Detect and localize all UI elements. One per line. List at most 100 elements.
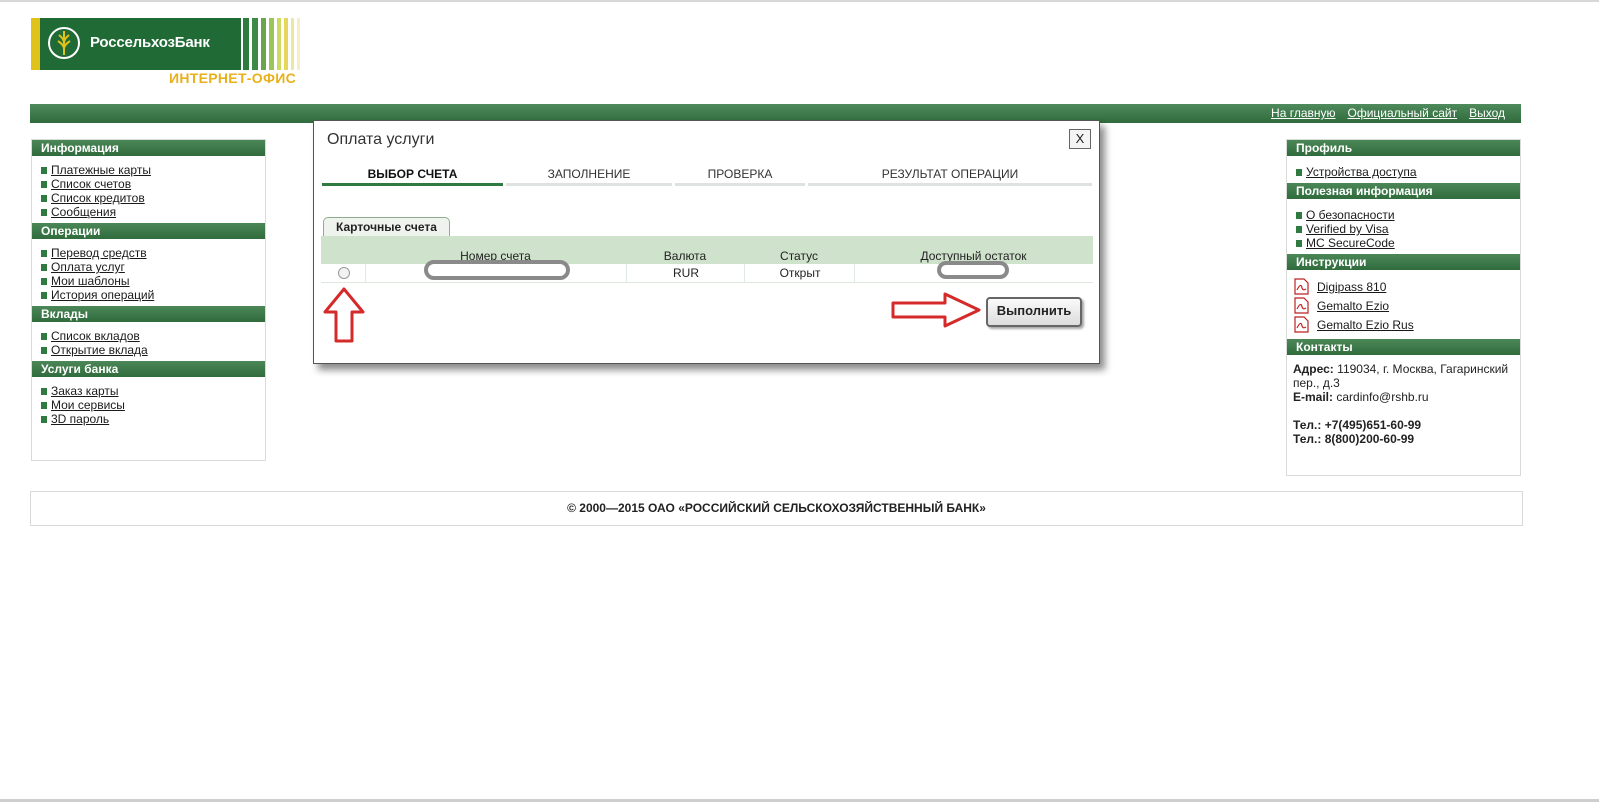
instruction-item: Gemalto Ezio <box>1291 297 1520 315</box>
gemalto-ezio-rus-link[interactable]: Gemalto Ezio Rus <box>1317 318 1414 332</box>
up-arrow-annotation <box>323 287 365 343</box>
execute-button[interactable]: Выполнить <box>986 297 1082 327</box>
home-link[interactable]: На главную <box>1271 106 1335 120</box>
templates-link[interactable]: Мои шаблоны <box>51 274 130 288</box>
logo-accent <box>31 18 40 70</box>
redaction-mark <box>937 261 1009 279</box>
sidebar-item-deposit-list: Список вкладов <box>41 329 265 343</box>
instruction-item: Digipass 810 <box>1291 278 1520 296</box>
security-link[interactable]: О безопасности <box>1306 208 1395 222</box>
col-status: Статус <box>780 249 818 263</box>
deposits-menu: Список вкладов Открытие вклада <box>32 322 265 361</box>
top-border <box>0 0 1599 2</box>
bank-logo[interactable]: РоссельхозБанк ИНТЕРНЕТ-ОФИС <box>31 18 331 90</box>
right-arrow-annotation <box>891 292 981 328</box>
messages-link[interactable]: Сообщения <box>51 205 116 219</box>
logo-subtitle: ИНТЕРНЕТ-ОФИС <box>169 70 296 86</box>
payment-dialog: Оплата услуги X ВЫБОР СЧЕТА ЗАПОЛНЕНИЕ П… <box>313 120 1100 364</box>
verified-by-visa-link[interactable]: Verified by Visa <box>1306 222 1389 236</box>
address-line2: пер., д.3 <box>1293 376 1340 390</box>
step-check: ПРОВЕРКА <box>675 166 805 186</box>
logo-stripes <box>243 18 300 70</box>
sidebar-item-security: О безопасности <box>1296 208 1520 222</box>
wheat-emblem-icon <box>48 27 80 59</box>
deposit-list-link[interactable]: Список вкладов <box>51 329 140 343</box>
pdf-icon <box>1294 278 1309 295</box>
step-select-account: ВЫБОР СЧЕТА <box>322 166 503 186</box>
pdf-icon <box>1294 316 1309 333</box>
table-band <box>321 236 1093 249</box>
phone-label: Тел.: <box>1293 418 1322 432</box>
accounts-list-link[interactable]: Список счетов <box>51 177 131 191</box>
email-value: cardinfo@rshb.ru <box>1336 390 1429 404</box>
sidebar-heading-operations: Операции <box>32 223 265 239</box>
sidebar-heading-deposits: Вклады <box>32 306 265 322</box>
sidebar-item-credits: Список кредитов <box>41 191 265 205</box>
col-currency: Валюта <box>663 249 707 263</box>
my-services-link[interactable]: Мои сервисы <box>51 398 125 412</box>
sidebar-item-templates: Мои шаблоны <box>41 274 265 288</box>
order-card-link[interactable]: Заказ карты <box>51 384 119 398</box>
sidebar-item-devices: Устройства доступа <box>1296 165 1520 179</box>
sidebar-item-transfer: Перевод средств <box>41 246 265 260</box>
phone-value: +7(495)651-60-99 <box>1324 418 1422 432</box>
digipass-link[interactable]: Digipass 810 <box>1317 280 1386 294</box>
sidebar-item-mc: MC SecureCode <box>1296 236 1520 250</box>
currency-cell: RUR <box>626 264 745 282</box>
sidebar-heading-services: Услуги банка <box>32 361 265 377</box>
instruction-item: Gemalto Ezio Rus <box>1291 316 1520 334</box>
left-sidebar: Информация Платежные карты Список счетов… <box>31 139 266 461</box>
services-menu: Заказ карты Мои сервисы 3D пароль <box>32 377 265 430</box>
sidebar-heading-info: Информация <box>32 140 265 156</box>
close-button[interactable]: X <box>1069 129 1091 149</box>
profile-menu: Устройства доступа <box>1287 156 1520 183</box>
logout-link[interactable]: Выход <box>1469 106 1505 120</box>
email-label: E-mail: <box>1293 390 1334 404</box>
wizard-steps: ВЫБОР СЧЕТА ЗАПОЛНЕНИЕ ПРОВЕРКА РЕЗУЛЬТА… <box>322 166 1092 188</box>
accounts-table: Номер счета Валюта Статус Доступный оста… <box>321 236 1093 283</box>
info-menu: Платежные карты Список счетов Список кре… <box>32 156 265 223</box>
sidebar-item-visa: Verified by Visa <box>1296 222 1520 236</box>
sidebar-item-messages: Сообщения <box>41 205 265 219</box>
sidebar-item-payments: Оплата услуг <box>41 260 265 274</box>
footer-copyright: © 2000—2015 ОАО «РОССИЙСКИЙ СЕЛЬСКОХОЗЯЙ… <box>30 491 1523 526</box>
phone-label: Тел.: <box>1293 432 1322 446</box>
useful-info-heading: Полезная информация <box>1287 183 1520 199</box>
access-devices-link[interactable]: Устройства доступа <box>1306 165 1417 179</box>
official-site-link[interactable]: Официальный сайт <box>1348 106 1458 120</box>
transfer-link[interactable]: Перевод средств <box>51 246 147 260</box>
contacts-heading: Контакты <box>1287 339 1520 355</box>
sidebar-item-3d-password: 3D пароль <box>41 412 265 426</box>
contacts-block: Адрес: 119034, г. Москва, Гагаринский пе… <box>1287 355 1520 452</box>
service-payment-link[interactable]: Оплата услуг <box>51 260 125 274</box>
3d-password-link[interactable]: 3D пароль <box>51 412 109 426</box>
instructions-menu: Digipass 810 Gemalto Ezio Gemalto Ezio R… <box>1287 270 1520 339</box>
dialog-title: Оплата услуги <box>327 131 435 148</box>
hotline-value: 8(800)200-60-99 <box>1324 432 1415 446</box>
sidebar-item-accounts: Список счетов <box>41 177 265 191</box>
payment-cards-link[interactable]: Платежные карты <box>51 163 151 177</box>
status-cell: Открыт <box>744 264 855 282</box>
account-number-cell <box>365 260 627 282</box>
tab-card-accounts[interactable]: Карточные счета <box>323 217 450 236</box>
top-nav-links: На главную Официальный сайт Выход <box>1259 106 1505 120</box>
sidebar-item-order-card: Заказ карты <box>41 384 265 398</box>
step-result: РЕЗУЛЬТАТ ОПЕРАЦИИ <box>808 166 1092 186</box>
history-link[interactable]: История операций <box>51 288 154 302</box>
right-sidebar: Профиль Устройства доступа Полезная инфо… <box>1286 139 1521 476</box>
mc-securecode-link[interactable]: MC SecureCode <box>1306 236 1395 250</box>
credits-list-link[interactable]: Список кредитов <box>51 191 145 205</box>
sidebar-item-open-deposit: Открытие вклада <box>41 343 265 357</box>
operations-menu: Перевод средств Оплата услуг Мои шаблоны… <box>32 239 265 306</box>
account-radio[interactable] <box>338 267 350 279</box>
pdf-icon <box>1294 297 1309 314</box>
open-deposit-link[interactable]: Открытие вклада <box>51 343 148 357</box>
sidebar-item-cards: Платежные карты <box>41 163 265 177</box>
bank-name: РоссельхозБанк <box>90 34 210 51</box>
profile-heading: Профиль <box>1287 140 1520 156</box>
address-label: Адрес: <box>1293 362 1334 376</box>
table-row: RUR Открыт <box>321 260 1093 283</box>
step-fill: ЗАПОЛНЕНИЕ <box>506 166 672 186</box>
address-line1: 119034, г. Москва, Гагаринский <box>1337 362 1509 376</box>
gemalto-ezio-link[interactable]: Gemalto Ezio <box>1317 299 1389 313</box>
